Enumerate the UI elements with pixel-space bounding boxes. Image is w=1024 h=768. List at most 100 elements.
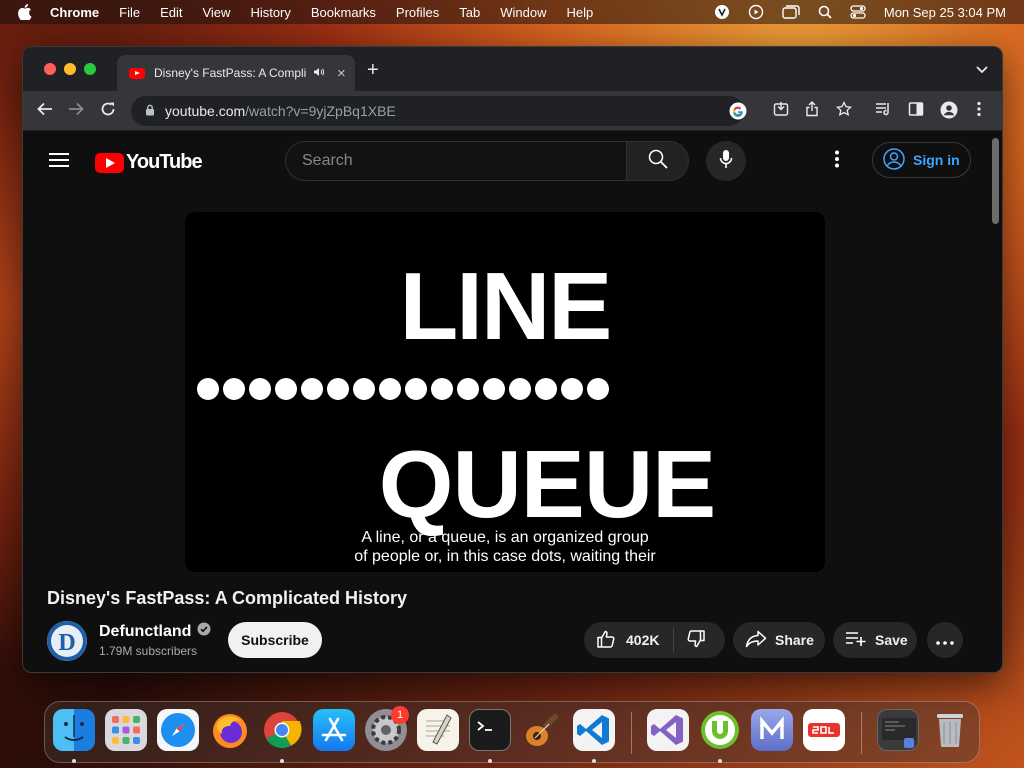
chrome-running-indicator <box>280 759 284 763</box>
forward-arrow-icon[interactable] <box>68 101 84 122</box>
close-window-button[interactable] <box>44 63 56 75</box>
finder-icon[interactable] <box>53 709 95 751</box>
video-frame-word-queue: QUEUE <box>378 431 716 538</box>
youtube-logo[interactable]: YouTube <box>95 151 203 174</box>
page-scrollbar[interactable] <box>989 132 1002 672</box>
account-circle-icon <box>883 147 913 173</box>
video-frame-dot <box>223 378 245 400</box>
safari-icon[interactable] <box>157 709 199 751</box>
sign-in-button[interactable]: Sign in <box>872 142 971 178</box>
preview-window-thumbnail-icon[interactable] <box>877 709 919 751</box>
finder-running-indicator <box>72 759 76 763</box>
chrome-icon[interactable] <box>261 709 303 751</box>
menu-app-name[interactable]: Chrome <box>50 5 99 20</box>
dock: 1 <box>44 701 980 763</box>
menu-extras: Mon Sep 25 3:04 PM <box>714 0 1006 24</box>
video-frame-dot <box>587 378 609 400</box>
browser-window: Disney's FastPass: A Complicated History… <box>22 46 1003 673</box>
channel-avatar[interactable]: D <box>47 621 87 661</box>
settings-badge: 1 <box>391 706 409 724</box>
share-page-icon[interactable] <box>805 101 819 122</box>
play-circle-icon[interactable] <box>748 4 764 20</box>
video-frame-dot <box>431 378 453 400</box>
menu-help[interactable]: Help <box>567 5 594 20</box>
more-horizontal-icon <box>936 632 954 648</box>
video-frame-dots <box>197 378 609 400</box>
vscode-icon[interactable] <box>573 709 615 751</box>
video-frame-dot <box>405 378 427 400</box>
channel-name[interactable]: Defunctland <box>99 622 211 641</box>
menu-clock[interactable]: Mon Sep 25 3:04 PM <box>884 5 1006 20</box>
search-button[interactable] <box>626 141 689 181</box>
sign-in-label: Sign in <box>913 152 960 168</box>
menu-history[interactable]: History <box>250 5 290 20</box>
video-frame-dot <box>535 378 557 400</box>
bookmark-star-icon[interactable] <box>835 100 853 122</box>
visual-studio-icon[interactable] <box>647 709 689 751</box>
mail-app-icon[interactable] <box>751 709 793 751</box>
zoom-window-button[interactable] <box>84 63 96 75</box>
subscriber-count: 1.79M subscribers <box>99 644 198 658</box>
address-bar[interactable]: youtube.com/watch?v=9yjZpBq1XBE <box>131 96 747 126</box>
sql-app-icon[interactable] <box>803 709 845 751</box>
firefox-icon[interactable] <box>209 709 251 751</box>
menu-hamburger-icon[interactable] <box>49 152 69 173</box>
spotlight-icon[interactable] <box>818 5 832 19</box>
new-tab-button[interactable]: + <box>367 59 379 82</box>
subscribe-button[interactable]: Subscribe <box>228 622 322 658</box>
settings-more-icon[interactable] <box>835 150 839 173</box>
launchpad-icon[interactable] <box>105 709 147 751</box>
share-button[interactable]: Share <box>733 622 825 658</box>
dock-separator-2 <box>861 712 862 754</box>
menu-profiles[interactable]: Profiles <box>396 5 439 20</box>
google-lens-icon[interactable] <box>729 102 747 123</box>
more-actions-button[interactable] <box>927 622 963 658</box>
tab-search-chevron-icon[interactable] <box>976 61 988 79</box>
menu-view[interactable]: View <box>202 5 230 20</box>
video-frame-dot <box>353 378 375 400</box>
video-frame-dot <box>457 378 479 400</box>
video-player[interactable]: LINE QUEUE A line, or a queue, is an org… <box>185 212 825 572</box>
trash-icon[interactable] <box>929 709 971 751</box>
tab-title: Disney's FastPass: A Complicated History <box>154 66 306 80</box>
audio-playing-icon[interactable] <box>313 67 325 80</box>
minimize-window-button[interactable] <box>64 63 76 75</box>
media-queue-icon[interactable] <box>875 101 893 122</box>
terminal-running-indicator <box>488 759 492 763</box>
youtube-logo-text: YouTube <box>126 151 203 173</box>
video-frame-dot <box>249 378 271 400</box>
like-button[interactable]: 402K <box>596 629 659 652</box>
close-tab-icon[interactable]: × <box>337 65 346 82</box>
search-input[interactable]: Search <box>285 141 627 181</box>
chrome-menu-icon[interactable] <box>977 101 981 122</box>
browser-tab[interactable]: Disney's FastPass: A Complicated History… <box>117 55 355 91</box>
menu-tab[interactable]: Tab <box>459 5 480 20</box>
menu-file[interactable]: File <box>119 5 140 20</box>
profile-icon[interactable] <box>940 101 958 124</box>
channel-name-text: Defunctland <box>99 622 192 640</box>
install-app-icon[interactable] <box>773 101 789 122</box>
back-arrow-icon[interactable] <box>37 101 53 122</box>
app-store-icon[interactable] <box>313 709 355 751</box>
video-frame-dot <box>275 378 297 400</box>
voice-search-button[interactable] <box>706 141 746 181</box>
window-icon[interactable] <box>782 5 800 19</box>
thumbs-down-icon[interactable] <box>686 629 706 652</box>
channel-avatar-letter: D <box>58 630 75 656</box>
menu-edit[interactable]: Edit <box>160 5 182 20</box>
lock-icon[interactable] <box>145 103 155 119</box>
status-app-icon[interactable] <box>714 4 730 20</box>
textedit-icon[interactable] <box>417 709 459 751</box>
apple-icon[interactable] <box>18 4 32 20</box>
side-panel-icon[interactable] <box>908 101 924 122</box>
menu-window[interactable]: Window <box>500 5 546 20</box>
save-button[interactable]: Save <box>833 622 917 658</box>
garageband-icon[interactable] <box>521 709 563 751</box>
control-center-icon[interactable] <box>850 5 866 19</box>
menu-bookmarks[interactable]: Bookmarks <box>311 5 376 20</box>
utorrent-icon[interactable] <box>699 709 741 751</box>
terminal-icon[interactable] <box>469 709 511 751</box>
url-host: youtube.com <box>165 103 246 119</box>
reload-icon[interactable] <box>100 101 116 122</box>
scrollbar-thumb[interactable] <box>992 138 999 224</box>
